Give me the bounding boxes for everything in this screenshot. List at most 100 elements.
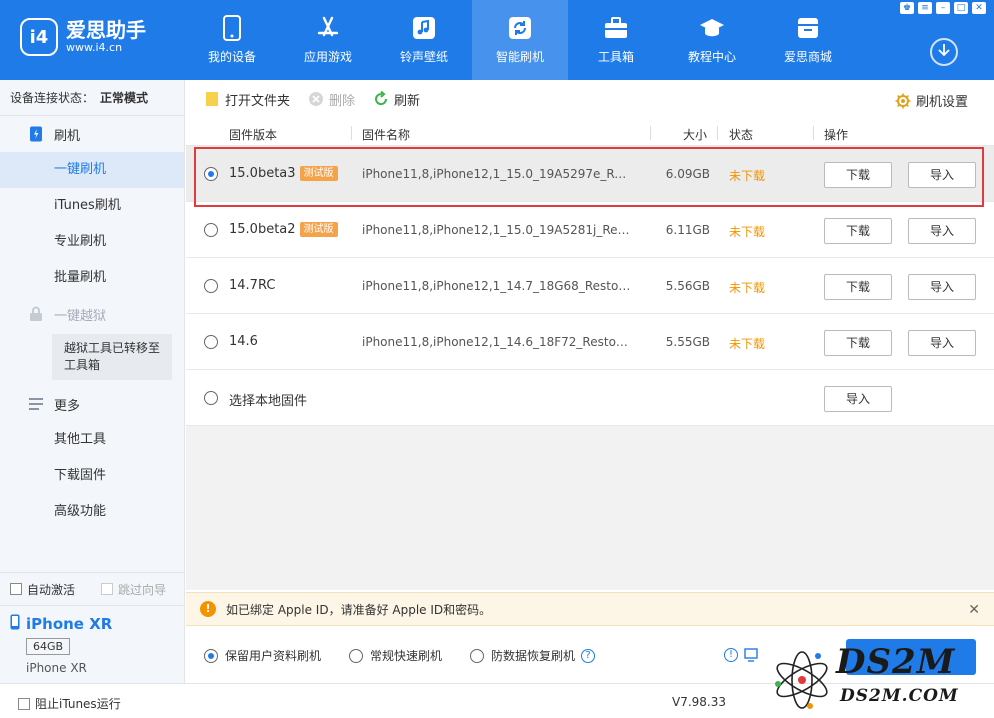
import-button[interactable]: 导入: [908, 218, 976, 244]
nav-my-device[interactable]: 我的设备: [184, 0, 280, 80]
table-empty-area: [186, 426, 994, 590]
download-manager-button[interactable]: [930, 38, 958, 66]
refresh-icon: [506, 14, 534, 42]
folder-icon: [204, 91, 220, 107]
sidebar-group-jailbreak: 一键越狱: [0, 296, 184, 332]
close-icon[interactable]: ✕: [972, 2, 986, 14]
sidebar-item-itunes-flash[interactable]: iTunes刷机: [0, 188, 184, 224]
minimize-icon[interactable]: –: [936, 2, 950, 14]
firmware-table: 15.0beta3 测试版 iPhone11,8,iPhone12,1_15.0_…: [186, 146, 994, 426]
import-button[interactable]: 导入: [908, 162, 976, 188]
toolbox-icon: [602, 14, 630, 42]
sidebar-group-more: 更多: [0, 386, 184, 422]
import-button[interactable]: 导入: [908, 274, 976, 300]
delete-icon: [308, 91, 324, 107]
firmware-name: iPhone11,8,iPhone12,1_15.0_19A5281j_Rest…: [362, 223, 632, 237]
firmware-name: iPhone11,8,iPhone12,1_14.6_18F72_Restore…: [362, 335, 632, 349]
refresh-icon: [373, 91, 389, 107]
flash-settings-button[interactable]: 刷机设置: [895, 91, 968, 110]
window-controls: ♚ ≡ – □ ✕: [900, 2, 986, 14]
download-button[interactable]: 下载: [824, 218, 892, 244]
apple-id-notice: ! 如已绑定 Apple ID，请准备好 Apple ID和密码。 ✕: [186, 592, 994, 626]
atom-logo-icon: [775, 651, 828, 709]
monitor-icon[interactable]: [744, 648, 758, 665]
connection-status: 设备连接状态： 正常模式: [0, 80, 184, 116]
help-icon[interactable]: ?: [581, 648, 596, 663]
download-button[interactable]: 下载: [824, 274, 892, 300]
watermark-url: DS2M.COM: [840, 686, 959, 706]
row-radio[interactable]: [204, 279, 218, 293]
device-name: iPhone XR: [26, 615, 113, 633]
firmware-version: 14.6: [229, 334, 258, 349]
row-radio[interactable]: [204, 167, 218, 181]
sidebar-item-batch-flash[interactable]: 批量刷机: [0, 260, 184, 296]
menu-icon[interactable]: ≡: [918, 2, 932, 14]
row-radio[interactable]: [204, 391, 218, 405]
sidebar-item-pro-flash[interactable]: 专业刷机: [0, 224, 184, 260]
top-bar: i4 爱思助手 www.i4.cn 我的设备 应用游戏 铃声壁纸 智能刷机 工具…: [0, 0, 994, 80]
row-radio[interactable]: [204, 223, 218, 237]
nav-ringtones-wallpapers[interactable]: 铃声壁纸: [376, 0, 472, 80]
sidebar-item-one-click-flash[interactable]: 一键刷机: [0, 152, 184, 188]
firmware-name: iPhone11,8,iPhone12,1_14.7_18G68_Restore…: [362, 279, 632, 293]
close-icon[interactable]: ✕: [968, 602, 980, 618]
phone-icon: [218, 14, 246, 42]
sidebar-item-download-firmware[interactable]: 下载固件: [0, 458, 184, 494]
nav-toolbox[interactable]: 工具箱: [568, 0, 664, 80]
header-size: 大小: [683, 128, 708, 142]
firmware-version: 14.7RC: [229, 278, 276, 293]
row-radio[interactable]: [204, 335, 218, 349]
open-folder-button[interactable]: 打开文件夹: [204, 90, 290, 109]
device-model: iPhone XR: [26, 661, 87, 675]
local-import-button[interactable]: 导入: [824, 386, 892, 412]
arrow-down-icon: [937, 43, 951, 61]
table-row[interactable]: 15.0beta3 测试版 iPhone11,8,iPhone12,1_15.0_…: [186, 146, 994, 202]
table-row[interactable]: 14.7RC iPhone11,8,iPhone12,1_14.7_18G68_…: [186, 258, 994, 314]
beta-badge: 测试版: [299, 222, 338, 237]
table-row[interactable]: 14.6 iPhone11,8,iPhone12,1_14.6_18F72_Re…: [186, 314, 994, 370]
header-name: 固件名称: [362, 128, 411, 142]
sidebar: 设备连接状态： 正常模式 刷机 一键刷机 iTunes刷机 专业刷机 批量刷机 一…: [0, 80, 185, 683]
sidebar-item-advanced[interactable]: 高级功能: [0, 494, 184, 530]
download-button[interactable]: 下载: [824, 330, 892, 356]
mode-keep-data[interactable]: 保留用户资料刷机: [204, 647, 321, 664]
block-itunes-checkbox[interactable]: 阻止iTunes运行: [18, 695, 121, 712]
firmware-size: 6.11GB: [665, 223, 710, 237]
table-row-local-firmware[interactable]: 选择本地固件 导入: [186, 370, 994, 426]
refresh-button[interactable]: 刷新: [373, 90, 420, 109]
store-icon: [794, 14, 822, 42]
firmware-size: 6.09GB: [665, 167, 710, 181]
device-phone-icon: [10, 614, 20, 634]
local-firmware-label: 选择本地固件: [229, 394, 308, 409]
header-action: 操作: [824, 128, 849, 142]
firmware-size: 5.55GB: [665, 335, 710, 349]
info-icon[interactable]: !: [724, 648, 738, 662]
main-nav: 我的设备 应用游戏 铃声壁纸 智能刷机 工具箱 教程中心 爱思商城: [184, 0, 856, 80]
maximize-icon[interactable]: □: [954, 2, 968, 14]
nav-apps-games[interactable]: 应用游戏: [280, 0, 376, 80]
gear-icon: [895, 93, 911, 109]
beta-badge: 测试版: [299, 166, 338, 181]
music-note-icon: [410, 14, 438, 42]
app-logo: i4 爱思助手 www.i4.cn: [20, 18, 146, 56]
nav-smart-flash[interactable]: 智能刷机: [472, 0, 568, 80]
sidebar-item-other-tools[interactable]: 其他工具: [0, 422, 184, 458]
app-url: www.i4.cn: [66, 41, 123, 54]
watermark-text: DS2M: [836, 642, 956, 682]
nav-store[interactable]: 爱思商城: [760, 0, 856, 80]
skin-icon[interactable]: ♚: [900, 2, 914, 14]
mode-anti-recovery[interactable]: 防数据恢复刷机 ?: [470, 647, 596, 664]
import-button[interactable]: 导入: [908, 330, 976, 356]
jailbreak-moved-note: 越狱工具已转移至工具箱: [52, 334, 172, 380]
firmware-version: 15.0beta3: [229, 166, 296, 181]
firmware-status: 未下载: [729, 281, 766, 295]
mode-quick-flash[interactable]: 常规快速刷机: [349, 647, 442, 664]
firmware-table-header: 固件版本 固件名称 大小 状态 操作: [186, 120, 994, 146]
download-button[interactable]: 下载: [824, 162, 892, 188]
auto-activate-checkbox[interactable]: 自动激活: [10, 581, 75, 598]
nav-tutorials[interactable]: 教程中心: [664, 0, 760, 80]
skip-guide-checkbox[interactable]: 跳过向导: [101, 581, 166, 598]
toolbar: 打开文件夹 删除 刷新 刷机设置: [186, 80, 994, 118]
table-row[interactable]: 15.0beta2 测试版 iPhone11,8,iPhone12,1_15.0_…: [186, 202, 994, 258]
delete-button[interactable]: 删除: [308, 90, 355, 109]
